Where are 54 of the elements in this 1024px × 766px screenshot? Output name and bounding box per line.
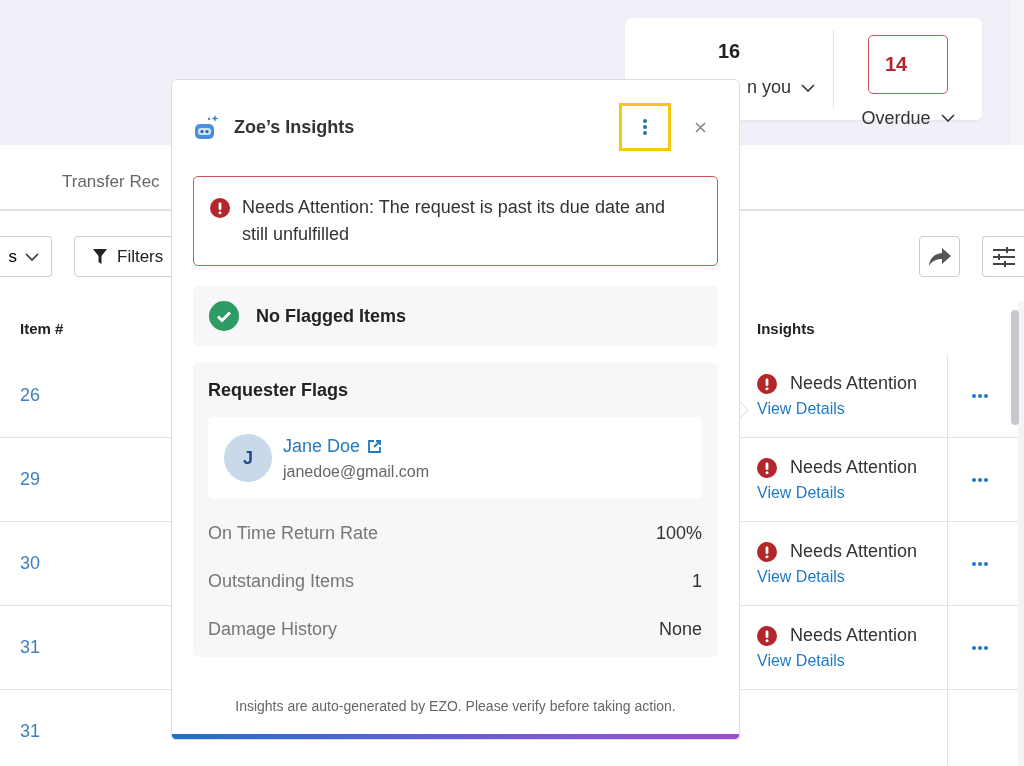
tab[interactable]: Transfer Rec — [62, 172, 160, 209]
view-details-link[interactable]: View Details — [757, 484, 947, 502]
stat-label: On Time Return Rate — [208, 522, 379, 544]
chevron-down-icon — [801, 83, 815, 92]
chevron-down-icon — [25, 252, 39, 261]
name-link[interactable]: Jane Doe — [283, 435, 361, 457]
stat-value: 16 — [717, 40, 741, 63]
settings-button[interactable] — [982, 236, 1024, 277]
more-icon — [971, 645, 988, 650]
stat-value: 100% — [655, 522, 702, 544]
share-button[interactable] — [919, 236, 960, 277]
close-button[interactable] — [693, 119, 708, 135]
stat-value: None — [658, 618, 702, 640]
stat-label[interactable]: n you — [746, 77, 791, 98]
more-icon — [971, 561, 988, 566]
robot-icon — [193, 113, 221, 141]
email-text: janedoe@gmail.com — [283, 462, 430, 481]
more-icon — [971, 393, 988, 398]
error-icon — [757, 625, 777, 646]
error-icon — [757, 457, 777, 478]
column-header: Insights — [757, 319, 815, 337]
insight-status: Needs Attention — [790, 457, 918, 478]
check-icon — [209, 301, 239, 331]
filter-icon — [93, 249, 107, 264]
chevron-down-icon — [940, 114, 955, 122]
error-icon — [757, 373, 777, 394]
view-details-link[interactable]: View Details — [757, 568, 947, 586]
disclaimer-text: Insights are auto-generated by EZO. Please verify before taking action. — [234, 698, 677, 716]
external-link-icon[interactable] — [368, 439, 382, 453]
sliders-icon — [992, 246, 1015, 267]
insight-status: Needs Attention — [790, 625, 918, 646]
section-heading: Requester Flags — [208, 380, 350, 401]
view-details-link[interactable]: View Details — [757, 400, 947, 418]
view-details-link[interactable]: View Details — [757, 652, 947, 670]
error-icon — [757, 541, 777, 562]
popup-title: Zoe’s Insights — [234, 116, 355, 138]
alert-text: Needs Attention: The request is past its due date and still unfulfilled — [242, 196, 666, 246]
avatar: J — [224, 434, 272, 482]
column-header: Item # — [20, 319, 64, 337]
more-icon — [971, 477, 988, 482]
stat-value: 1 — [692, 570, 702, 592]
insight-status: Needs Attention — [790, 541, 918, 562]
stat-label[interactable]: Overdue — [861, 107, 931, 129]
scrollbar[interactable] — [1011, 310, 1019, 425]
share-arrow-icon — [928, 247, 951, 266]
close-icon — [695, 121, 706, 133]
stat-label: Damage History — [208, 618, 338, 640]
error-icon — [210, 198, 230, 218]
stat-value: 14 — [867, 34, 949, 94]
stat-label: Outstanding Items — [208, 570, 355, 592]
insight-status: Needs Attention — [790, 373, 918, 394]
flag-status: No Flagged Items — [256, 305, 407, 327]
kebab-icon — [643, 119, 647, 135]
dropdown[interactable]: s — [0, 236, 52, 277]
